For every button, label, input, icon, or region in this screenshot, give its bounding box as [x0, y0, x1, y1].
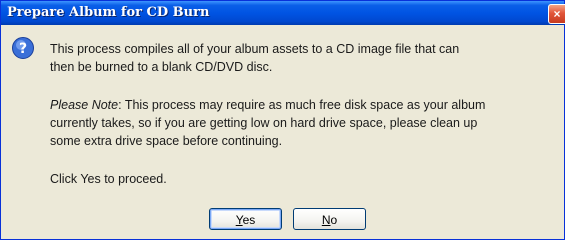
note-line-1-text: : This process may require as much free …	[118, 98, 486, 112]
close-button[interactable]: ×	[548, 4, 565, 24]
yes-label-rest: es	[242, 213, 256, 227]
note-line-2: currently takes, so if you are getting l…	[50, 116, 478, 130]
question-icon: ?	[12, 37, 34, 59]
note-label: Please Note	[50, 98, 119, 112]
dialog-title: Prepare Album for CD Burn	[7, 5, 210, 20]
dialog-window: Prepare Album for CD Burn × ? This proce…	[0, 0, 565, 240]
svg-text:?: ?	[19, 41, 27, 57]
yes-button[interactable]: Yes	[209, 208, 282, 230]
note-line-1: Please Note: This process may require as…	[50, 98, 485, 112]
no-button[interactable]: No	[293, 208, 366, 230]
title-bar[interactable]: Prepare Album for CD Burn ×	[1, 1, 565, 25]
message-line-1: This process compiles all of your album …	[50, 42, 460, 56]
note-line-3: some extra drive space before continuing…	[50, 134, 283, 148]
proceed-prompt: Click Yes to proceed.	[50, 172, 167, 186]
close-icon: ×	[553, 7, 561, 21]
yes-mnemonic: Y	[235, 213, 243, 227]
message-line-2: then be burned to a blank CD/DVD disc.	[50, 60, 273, 74]
no-label-rest: o	[330, 213, 338, 227]
